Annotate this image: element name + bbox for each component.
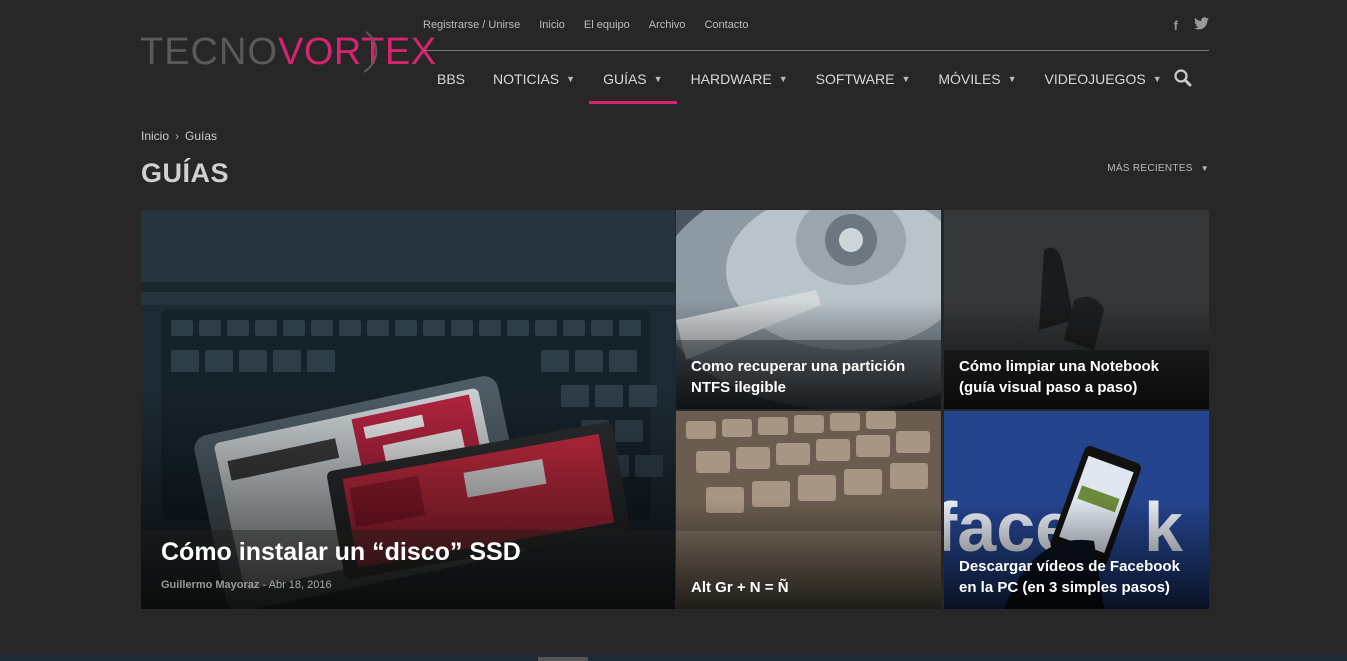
nav-item-hardware[interactable]: HARDWARE ▼ bbox=[677, 58, 802, 100]
register-link[interactable]: Registrarse / Unirse bbox=[423, 19, 520, 31]
chevron-down-icon: ▼ bbox=[1007, 74, 1017, 84]
article-title[interactable]: Cómo limpiar una Notebook (guía visual p… bbox=[959, 356, 1197, 398]
nav-item-bbs[interactable]: BBS bbox=[423, 58, 479, 100]
article-tile-featured[interactable]: Cómo instalar un “disco” SSD Guillermo M… bbox=[141, 210, 675, 609]
sort-label: MÁS RECIENTES bbox=[1107, 163, 1193, 174]
article-title[interactable]: Descargar vídeos de Facebook en la PC (e… bbox=[959, 556, 1197, 598]
article-tile[interactable]: Como recuperar una partición NTFS ilegib… bbox=[676, 210, 941, 409]
contact-link[interactable]: Contacto bbox=[704, 19, 748, 31]
logo-text-vortex: VORTEX bbox=[278, 30, 437, 73]
home-link[interactable]: Inicio bbox=[539, 19, 565, 31]
article-author[interactable]: Guillermo Mayoraz bbox=[161, 579, 259, 591]
article-tile[interactable]: faceb k Descargar vídeos de Facebook en … bbox=[944, 411, 1209, 609]
nav-item-software[interactable]: SOFTWARE ▼ bbox=[802, 58, 925, 100]
breadcrumb-separator: › bbox=[175, 129, 180, 143]
nav-item-noticias[interactable]: NOTICIAS ▼ bbox=[479, 58, 589, 100]
article-tile[interactable]: Cómo limpiar una Notebook (guía visual p… bbox=[944, 210, 1209, 409]
chevron-down-icon: ▼ bbox=[566, 74, 576, 84]
chevron-down-icon: ▼ bbox=[778, 74, 788, 84]
header-divider bbox=[423, 50, 1209, 51]
article-title[interactable]: Alt Gr + N = Ñ bbox=[691, 577, 929, 598]
featured-articles-grid: Cómo instalar un “disco” SSD Guillermo M… bbox=[141, 210, 1209, 609]
twitter-icon[interactable] bbox=[1194, 17, 1209, 33]
article-title[interactable]: Como recuperar una partición NTFS ilegib… bbox=[691, 356, 929, 398]
meta-dash: - bbox=[262, 579, 267, 591]
chevron-down-icon: ▼ bbox=[1152, 74, 1162, 84]
article-title[interactable]: Cómo instalar un “disco” SSD bbox=[161, 537, 663, 567]
article-meta: Guillermo Mayoraz - Abr 18, 2016 bbox=[161, 579, 332, 591]
social-links: f bbox=[1174, 17, 1209, 33]
chevron-down-icon: ▼ bbox=[1200, 164, 1209, 173]
chevron-down-icon: ▼ bbox=[901, 74, 911, 84]
sort-dropdown[interactable]: MÁS RECIENTES ▼ bbox=[1107, 163, 1209, 174]
bottom-strip bbox=[0, 655, 1347, 661]
logo-swirl-icon bbox=[363, 31, 378, 73]
page-title: GUÍAS bbox=[141, 158, 230, 188]
facebook-icon[interactable]: f bbox=[1174, 18, 1178, 33]
nav-item-videojuegos[interactable]: VIDEOJUEGOS ▼ bbox=[1031, 58, 1176, 100]
main-nav: BBS NOTICIAS ▼ GUÍAS ▼ HARDWARE ▼ SOFTWARE ▼… bbox=[423, 58, 1209, 104]
search-icon[interactable] bbox=[1173, 68, 1193, 88]
nav-item-guias[interactable]: GUÍAS ▼ bbox=[589, 58, 677, 104]
top-links-bar: Registrarse / Unirse Inicio El equipo Ar… bbox=[423, 17, 1209, 33]
site-logo[interactable]: TECNO VORTEX bbox=[140, 28, 436, 76]
breadcrumb-current[interactable]: Guías bbox=[185, 129, 217, 143]
archive-link[interactable]: Archivo bbox=[649, 19, 686, 31]
tile-gradient bbox=[141, 389, 675, 609]
chevron-down-icon: ▼ bbox=[653, 74, 663, 84]
breadcrumb: Inicio › Guías bbox=[141, 129, 217, 143]
article-date: Abr 18, 2016 bbox=[268, 579, 332, 591]
article-tile[interactable]: Alt Gr + N = Ñ bbox=[676, 411, 941, 609]
nav-item-moviles[interactable]: MÓVILES ▼ bbox=[924, 58, 1030, 100]
team-link[interactable]: El equipo bbox=[584, 19, 630, 31]
logo-text-tecno: TECNO bbox=[140, 30, 278, 73]
breadcrumb-home[interactable]: Inicio bbox=[141, 129, 169, 143]
